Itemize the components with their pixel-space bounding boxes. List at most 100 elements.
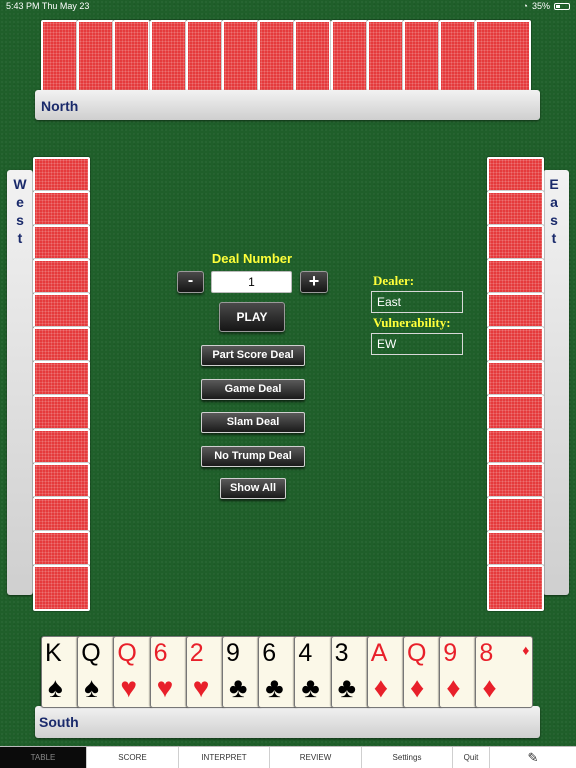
- card-back: [41, 20, 78, 92]
- card-back: [487, 565, 544, 611]
- west-label: West: [13, 175, 27, 247]
- card-rank: K: [45, 639, 62, 667]
- card-back: [33, 565, 90, 611]
- card-back: [403, 20, 440, 92]
- card-rank: 8: [479, 639, 494, 667]
- card-suit: ♣: [337, 672, 356, 703]
- card-back: [487, 395, 544, 430]
- card-suit-corner: ♦: [522, 642, 530, 658]
- card-suit: ♦: [446, 672, 461, 703]
- tab-score[interactable]: SCORE: [87, 747, 179, 768]
- tab-table[interactable]: TABLE: [0, 747, 87, 768]
- deal-option-button[interactable]: Slam Deal: [201, 412, 305, 433]
- tab-settings[interactable]: Settings: [362, 747, 453, 768]
- card-back: [33, 191, 90, 226]
- south-shelf: South: [35, 706, 540, 738]
- card-back: [33, 259, 90, 294]
- card-back: [487, 225, 544, 260]
- north-shelf: North: [35, 90, 540, 120]
- card-back: [487, 191, 544, 226]
- card-rank: 6: [262, 639, 277, 667]
- battery-icon: [554, 2, 570, 10]
- card-rank: 9: [226, 639, 240, 667]
- card-rank: 4: [298, 639, 313, 667]
- card-back: [294, 20, 332, 92]
- card-back: [33, 327, 90, 362]
- card-back: [330, 20, 368, 92]
- label-letter: e: [16, 194, 24, 210]
- card-rank: 6: [153, 639, 168, 667]
- card-suit: ♣: [301, 672, 320, 703]
- card-back: [487, 429, 544, 464]
- card-back: [487, 361, 544, 396]
- card-back: [487, 463, 544, 498]
- card-suit: ♥: [156, 672, 174, 703]
- dealer-value: East: [371, 291, 463, 313]
- card-suit: ♦: [373, 672, 389, 703]
- status-bar: 5:43 PM Thu May 23 ◔ 35%: [0, 0, 576, 14]
- card-back: [33, 497, 90, 532]
- wifi-icon: ◔: [522, 1, 528, 11]
- card-suit: ♠: [84, 672, 100, 703]
- deal-option-button[interactable]: Part Score Deal: [201, 345, 305, 366]
- card-rank: 3: [334, 639, 349, 667]
- card-suit: ♥: [120, 672, 138, 703]
- status-time: 5:43 PM Thu May 23: [6, 1, 90, 11]
- card-back: [33, 361, 90, 396]
- deal-option-button[interactable]: Game Deal: [201, 379, 305, 400]
- card-back: [487, 157, 544, 192]
- card-back: [185, 20, 223, 92]
- card-back: [258, 20, 296, 92]
- card-suit: ♦: [410, 672, 425, 703]
- label-letter: E: [549, 176, 559, 192]
- card-suit: ♠: [48, 672, 63, 703]
- card-back: [487, 293, 544, 328]
- card-rank: 2: [189, 639, 204, 667]
- deal-decrement-button[interactable]: -: [177, 271, 204, 293]
- label-letter: s: [550, 212, 558, 228]
- deal-option-button[interactable]: Show All: [220, 478, 286, 499]
- vulnerability-label: Vulnerability:: [373, 315, 451, 330]
- card-back: [33, 531, 90, 566]
- card-back: [77, 20, 115, 92]
- card-rank: Q: [407, 639, 427, 667]
- tab-review[interactable]: REVIEW: [270, 747, 362, 768]
- play-button[interactable]: PLAY: [219, 302, 285, 332]
- card-suit: ♦: [482, 672, 497, 703]
- card-back: [33, 463, 90, 498]
- card-back: [487, 497, 544, 532]
- card-suit: ♣: [229, 672, 248, 703]
- dealer-label: Dealer:: [373, 273, 415, 288]
- edit-icon[interactable]: ✎: [490, 747, 576, 768]
- card-back: [33, 157, 90, 192]
- south-label: South: [39, 714, 79, 730]
- card-rank: Q: [81, 639, 101, 667]
- card-suit: ♣: [265, 672, 284, 703]
- card-suit: ♥: [192, 672, 210, 703]
- card-back: [439, 20, 477, 92]
- label-letter: a: [550, 194, 558, 210]
- card-back: [487, 327, 544, 362]
- card-back: [475, 20, 532, 92]
- deal-number-field[interactable]: 1: [211, 271, 292, 293]
- card-back: [222, 20, 259, 92]
- tab-quit[interactable]: Quit: [453, 747, 490, 768]
- tab-bar: TABLE SCORE INTERPRET REVIEW Settings Quit ✎: [0, 746, 576, 768]
- card-back: [33, 429, 90, 464]
- card-back: [33, 395, 90, 430]
- label-letter: t: [17, 230, 23, 246]
- card-rank: A: [370, 639, 388, 667]
- battery-percent: 35%: [531, 1, 550, 11]
- card-back: [33, 225, 90, 260]
- label-letter: W: [13, 176, 27, 192]
- deal-increment-button[interactable]: +: [300, 271, 328, 293]
- deal-option-button[interactable]: No Trump Deal: [201, 446, 305, 467]
- east-label: East: [547, 175, 561, 247]
- card-back: [366, 20, 404, 92]
- playing-card[interactable]: 8 ♦ ♦: [475, 636, 534, 708]
- vulnerability-value: EW: [371, 333, 463, 355]
- tab-interpret[interactable]: INTERPRET: [179, 747, 270, 768]
- card-back: [33, 293, 90, 328]
- label-letter: t: [551, 230, 557, 246]
- north-label: North: [41, 98, 79, 114]
